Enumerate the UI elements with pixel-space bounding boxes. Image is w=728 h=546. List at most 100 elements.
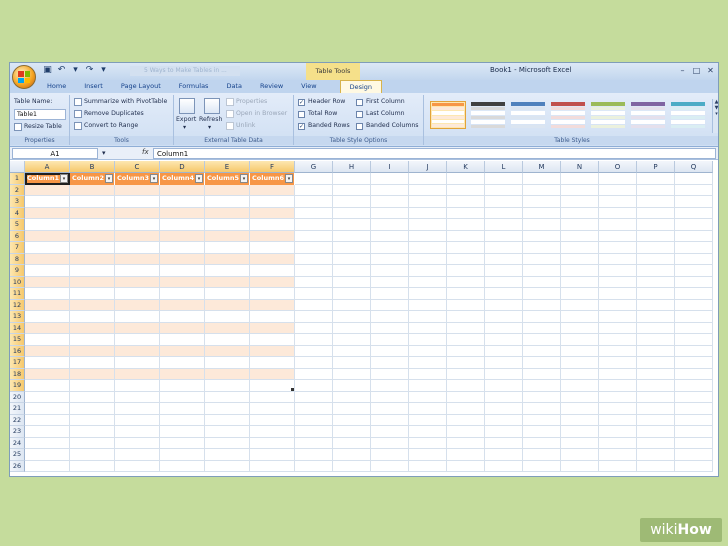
grid-cell[interactable] (637, 311, 675, 323)
gallery-scroll[interactable]: ▲ ▼ ▾ (712, 99, 718, 133)
grid-cell[interactable] (205, 380, 250, 392)
save-icon[interactable]: ▣ (42, 65, 53, 76)
grid-cell[interactable] (447, 460, 485, 472)
grid-cell[interactable] (561, 322, 599, 334)
grid-cell[interactable] (485, 276, 523, 288)
grid-cell[interactable] (447, 380, 485, 392)
grid-cell[interactable] (409, 403, 447, 415)
table-name-input[interactable]: Table1 (14, 109, 66, 120)
grid-cell[interactable] (599, 173, 637, 185)
grid-cell[interactable] (333, 276, 371, 288)
grid-cell[interactable] (675, 426, 713, 438)
remove-duplicates-button[interactable]: Remove Duplicates (84, 110, 144, 117)
grid-cell[interactable] (561, 265, 599, 277)
grid-cell[interactable] (250, 334, 295, 346)
grid-cell[interactable] (523, 460, 561, 472)
qat-customize-icon[interactable]: ▾ (98, 65, 109, 76)
row-header[interactable]: 8 (10, 253, 25, 265)
grid-cell[interactable] (637, 173, 675, 185)
grid-cell[interactable] (447, 265, 485, 277)
grid-cell[interactable] (205, 334, 250, 346)
grid-cell[interactable] (205, 426, 250, 438)
grid-cell[interactable] (523, 276, 561, 288)
grid-cell[interactable] (637, 242, 675, 254)
grid-cell[interactable] (675, 380, 713, 392)
total-row-checkbox[interactable] (298, 111, 305, 118)
grid-cell[interactable] (295, 173, 333, 185)
grid-cell[interactable] (637, 460, 675, 472)
table-style-swatch[interactable] (590, 101, 626, 129)
grid-cell[interactable] (70, 253, 115, 265)
grid-cell[interactable] (115, 230, 160, 242)
grid-cell[interactable] (70, 276, 115, 288)
grid-cell[interactable] (70, 426, 115, 438)
grid-cell[interactable] (371, 414, 409, 426)
grid-cell[interactable] (205, 207, 250, 219)
grid-cell[interactable] (70, 345, 115, 357)
column-header[interactable]: G (295, 161, 333, 173)
grid-cell[interactable] (250, 311, 295, 323)
grid-cell[interactable] (25, 242, 70, 254)
grid-cell[interactable] (561, 173, 599, 185)
grid-cell[interactable] (70, 207, 115, 219)
grid-cell[interactable] (523, 253, 561, 265)
grid-cell[interactable] (333, 173, 371, 185)
grid-cell[interactable] (447, 219, 485, 231)
grid-cell[interactable] (447, 311, 485, 323)
grid-cell[interactable] (250, 288, 295, 300)
grid-cell[interactable] (333, 334, 371, 346)
grid-cell[interactable] (447, 173, 485, 185)
grid-cell[interactable] (115, 449, 160, 461)
grid-cell[interactable] (205, 403, 250, 415)
grid-cell[interactable] (371, 219, 409, 231)
grid-cell[interactable] (371, 173, 409, 185)
grid-cell[interactable] (523, 322, 561, 334)
grid-cell[interactable] (250, 265, 295, 277)
grid-cell[interactable] (160, 207, 205, 219)
row-header[interactable]: 6 (10, 230, 25, 242)
grid-cell[interactable] (160, 334, 205, 346)
grid-cell[interactable] (637, 207, 675, 219)
grid-cell[interactable] (409, 334, 447, 346)
grid-cell[interactable] (409, 368, 447, 380)
grid-cell[interactable] (250, 414, 295, 426)
grid-cell[interactable] (25, 437, 70, 449)
grid-cell[interactable] (675, 368, 713, 380)
grid-cell[interactable] (160, 380, 205, 392)
refresh-button[interactable]: Refresh (199, 116, 222, 123)
grid-cell[interactable] (70, 184, 115, 196)
table-header-cell[interactable]: Column1 ▾ (25, 173, 70, 185)
grid-cell[interactable] (70, 380, 115, 392)
grid-cell[interactable] (250, 253, 295, 265)
grid-cell[interactable] (295, 322, 333, 334)
grid-cell[interactable] (599, 437, 637, 449)
grid-cell[interactable] (25, 196, 70, 208)
grid-cell[interactable] (295, 357, 333, 369)
grid-cell[interactable] (70, 334, 115, 346)
grid-cell[interactable] (599, 253, 637, 265)
grid-cell[interactable] (599, 357, 637, 369)
grid-cell[interactable] (637, 184, 675, 196)
table-style-swatch[interactable] (670, 101, 706, 129)
grid-cell[interactable] (333, 265, 371, 277)
row-header[interactable]: 11 (10, 288, 25, 300)
grid-cell[interactable] (115, 276, 160, 288)
grid-cell[interactable] (599, 414, 637, 426)
grid-cell[interactable] (25, 184, 70, 196)
grid-cell[interactable] (295, 334, 333, 346)
grid-cell[interactable] (70, 460, 115, 472)
grid-cell[interactable] (675, 357, 713, 369)
tab-view[interactable]: View (292, 80, 325, 93)
grid-cell[interactable] (447, 437, 485, 449)
grid-cell[interactable] (637, 196, 675, 208)
grid-cell[interactable] (205, 460, 250, 472)
grid-cell[interactable] (485, 380, 523, 392)
grid-cell[interactable] (447, 391, 485, 403)
grid-cell[interactable] (485, 460, 523, 472)
table-header-cell[interactable]: Column5 ▾ (205, 173, 250, 185)
grid-cell[interactable] (295, 380, 333, 392)
grid-cell[interactable] (333, 449, 371, 461)
grid-cell[interactable] (115, 322, 160, 334)
grid-cell[interactable] (295, 219, 333, 231)
unlink-button[interactable]: Unlink (236, 122, 255, 129)
